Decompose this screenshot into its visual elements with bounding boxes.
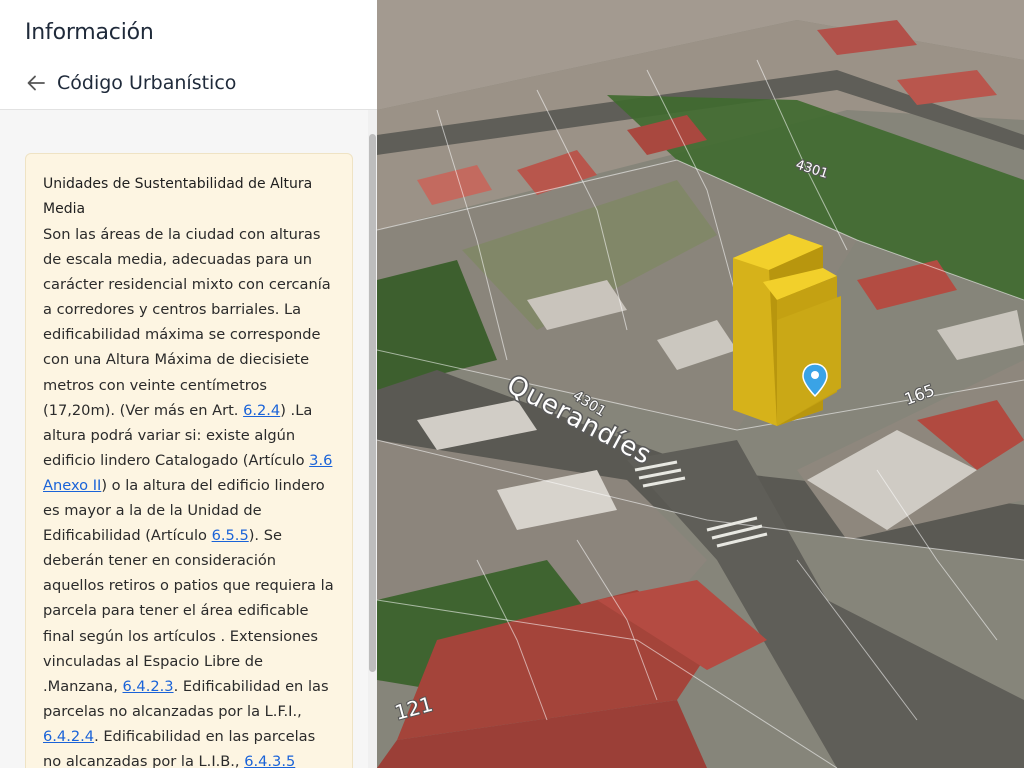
app-window: Información Código Urbanístico Unidades …: [0, 0, 1024, 768]
map-3d-view[interactable]: Querandíes 4301 4301 165 121: [377, 0, 1024, 768]
info-title: Unidades de Sustentabilidad de Altura Me…: [43, 176, 313, 217]
panel-title: Información: [25, 20, 154, 45]
scrollbar-thumb[interactable]: [369, 134, 376, 672]
article-link-6-2-4[interactable]: 6.2.4: [243, 402, 280, 419]
article-link-6-5-5[interactable]: 6.5.5: [212, 527, 249, 544]
arrow-left-icon: [27, 75, 45, 91]
back-label: Código Urbanístico: [57, 72, 237, 94]
info-body: Son las áreas de la ciudad con alturas d…: [43, 222, 335, 768]
back-button[interactable]: Código Urbanístico: [24, 68, 236, 98]
article-link-6-4-3-5[interactable]: 6.4.3.5: [244, 753, 295, 768]
info-card: Unidades de Sustentabilidad de Altura Me…: [25, 153, 353, 768]
article-link-6-4-2-3[interactable]: 6.4.2.3: [123, 678, 174, 695]
info-panel: Información Código Urbanístico Unidades …: [0, 0, 377, 768]
info-text-1: Son las áreas de la ciudad con alturas d…: [43, 226, 331, 419]
article-link-6-4-2-4[interactable]: 6.4.2.4: [43, 728, 94, 745]
map-canvas: Querandíes 4301 4301 165 121: [377, 0, 1024, 768]
info-text-4: ). Se deberán tener en consideración aqu…: [43, 527, 334, 695]
panel-header: Información Código Urbanístico: [0, 0, 377, 110]
